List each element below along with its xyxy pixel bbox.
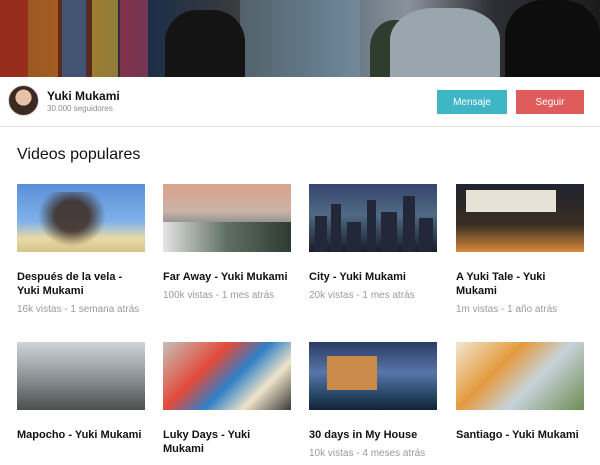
channel-name[interactable]: Yuki Mukami <box>47 89 120 103</box>
mountain-forest-thumbnail[interactable] <box>163 184 291 252</box>
video-title[interactable]: City - Yuki Mukami <box>309 270 439 284</box>
follower-count: 30.000 seguidores <box>47 104 113 113</box>
video-card[interactable]: Santiago - Yuki Mukami <box>456 342 586 447</box>
magazines-thumbnail[interactable] <box>163 342 291 410</box>
video-meta: 1m vistas - 1 año atrás <box>456 304 558 315</box>
video-card[interactable]: Después de la vela - Yuki Mukami 16k vis… <box>17 184 147 317</box>
video-card[interactable]: Luky Days - Yuki Mukami <box>163 342 293 461</box>
video-meta: 20k vistas - 1 mes atrás <box>309 290 415 301</box>
video-card[interactable]: Mapocho - Yuki Mukami <box>17 342 147 447</box>
video-title[interactable]: Santiago - Yuki Mukami <box>456 428 586 442</box>
video-meta: 10k vistas - 4 meses atrás <box>309 448 426 459</box>
video-title[interactable]: 30 days in My House <box>309 428 439 442</box>
video-meta: 16k vistas - 1 semana atrás <box>17 304 140 315</box>
video-title[interactable]: Far Away - Yuki Mukami <box>163 270 293 284</box>
japanese-street-thumbnail[interactable] <box>456 184 584 252</box>
video-title[interactable]: A Yuki Tale - Yuki Mukami <box>456 270 586 298</box>
video-title[interactable]: Luky Days - Yuki Mukami <box>163 428 293 456</box>
video-card[interactable]: A Yuki Tale - Yuki Mukami 1m vistas - 1 … <box>456 184 586 317</box>
follow-button[interactable]: Seguir <box>516 90 584 114</box>
cover-image <box>0 0 600 77</box>
bare-tree-thumbnail[interactable] <box>17 184 145 252</box>
profile-bar: Yuki Mukami 30.000 seguidores Mensaje Se… <box>0 77 600 127</box>
lake-house-thumbnail[interactable] <box>309 342 437 410</box>
street-crowd-thumbnail[interactable] <box>17 342 145 410</box>
video-card[interactable]: 30 days in My House 10k vistas - 4 meses… <box>309 342 439 461</box>
video-title[interactable]: Mapocho - Yuki Mukami <box>17 428 147 442</box>
section-title: Videos populares <box>17 146 141 163</box>
video-card[interactable]: City - Yuki Mukami 20k vistas - 1 mes at… <box>309 184 439 303</box>
autumn-leaves-thumbnail[interactable] <box>456 342 584 410</box>
video-meta: 100k vistas - 1 mes atrás <box>163 290 275 301</box>
video-card[interactable]: Far Away - Yuki Mukami 100k vistas - 1 m… <box>163 184 293 303</box>
video-title[interactable]: Después de la vela - Yuki Mukami <box>17 270 147 298</box>
city-skyline-thumbnail[interactable] <box>309 184 437 252</box>
message-button[interactable]: Mensaje <box>437 90 507 114</box>
avatar[interactable] <box>8 85 39 116</box>
